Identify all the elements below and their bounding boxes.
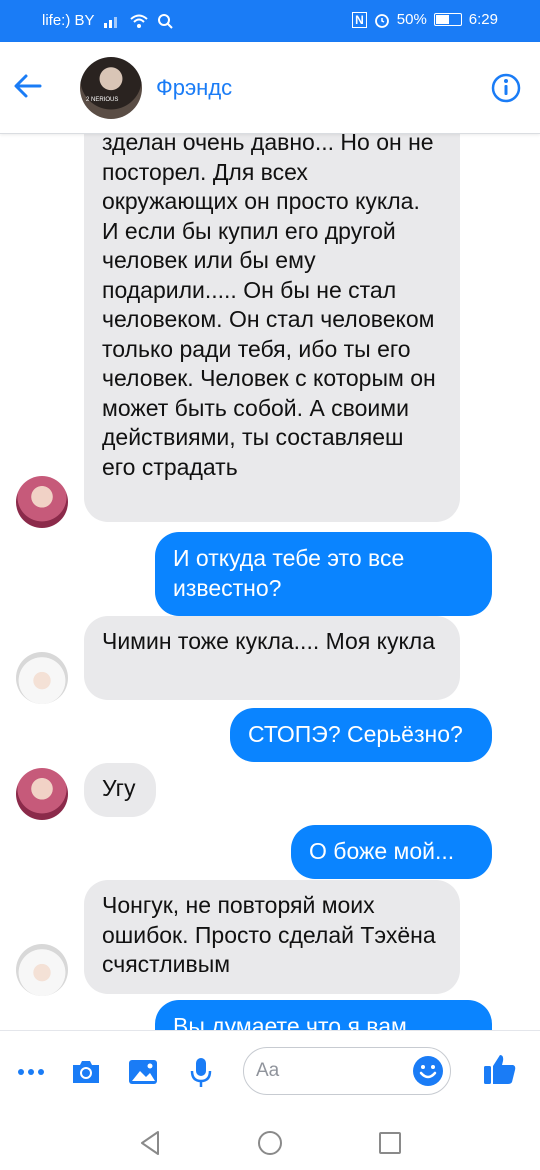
back-arrow-icon[interactable] [10,68,46,104]
carrier-label: life:) BY [42,12,95,29]
message-bubble-outgoing[interactable]: Вы думаете что я вам... [155,1000,492,1030]
message-input[interactable]: Aa [243,1047,451,1095]
message-bubble-incoming[interactable]: Угу [84,763,156,817]
search-status-icon [157,13,173,29]
sender-avatar[interactable] [16,768,68,820]
nav-back-icon[interactable] [136,1128,166,1158]
chat-header: 2 NERIOUS Фрэндс [0,42,540,134]
alarm-icon [374,13,389,28]
clock: 6:29 [468,11,498,28]
sender-avatar[interactable] [16,944,68,996]
nav-recents-icon[interactable] [375,1128,405,1158]
emoji-icon[interactable] [412,1055,444,1087]
message-bubble-outgoing[interactable]: О боже мой... [291,825,492,879]
wifi-icon [129,14,148,28]
gallery-icon[interactable] [126,1055,160,1089]
message-bubble-incoming[interactable]: Чонгук, не повторяй моих ошибок. Просто … [84,880,460,994]
message-bubble-incoming[interactable]: зделан очень давно... Но он не посторел.… [84,134,460,522]
sender-avatar[interactable] [16,476,68,528]
message-bubble-incoming[interactable]: Чимин тоже кукла.... Моя кукла [84,616,460,700]
more-icon[interactable] [14,1055,48,1089]
composer-bar: Aa [0,1030,540,1114]
info-icon[interactable] [490,72,522,104]
message-bubble-outgoing[interactable]: СТОПЭ? Серьёзно? [230,708,492,762]
message-list[interactable]: зделан очень давно... Но он не посторел.… [0,134,540,1030]
nav-home-icon[interactable] [255,1128,285,1158]
status-bar: life:) BY N 50% 6:29 [0,0,540,42]
sender-avatar[interactable] [16,652,68,704]
nfc-icon: N [352,11,367,28]
contact-avatar[interactable]: 2 NERIOUS [80,57,142,119]
system-navigation-bar [0,1114,540,1170]
message-input-placeholder: Aa [256,1060,280,1081]
contact-name[interactable]: Фрэндс [156,75,232,101]
signal-icon [103,16,117,28]
camera-icon[interactable] [69,1055,103,1089]
battery-percent: 50% [396,11,427,28]
avatar-caption: 2 NERIOUS [86,97,119,103]
battery-icon [433,13,462,26]
like-icon[interactable] [481,1051,519,1089]
microphone-icon[interactable] [184,1055,218,1089]
message-bubble-outgoing[interactable]: И откуда тебе это все известно? [155,532,492,616]
